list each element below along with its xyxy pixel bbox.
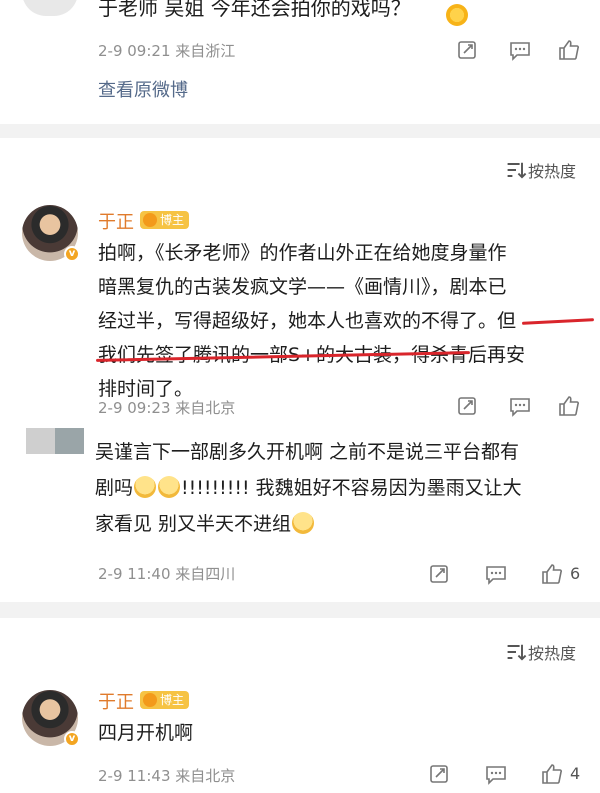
like-icon[interactable] bbox=[557, 38, 581, 62]
reply-line: 家看见 别又半天不进组 bbox=[95, 506, 595, 542]
top-comment-text: 于老师 吴姐 今年还会拍你的戏吗？ bbox=[98, 0, 411, 20]
comment-meta: 2-9 11:43 来自北京 bbox=[98, 767, 236, 785]
view-original-link[interactable]: 查看原微博 bbox=[98, 76, 188, 102]
sort-icon bbox=[504, 158, 527, 179]
verified-badge-icon: v bbox=[64, 246, 80, 262]
top-avatar-partial[interactable] bbox=[22, 0, 78, 16]
reply-meta: 2-9 11:40 来自四川 bbox=[98, 565, 236, 583]
verified-badge-icon: v bbox=[64, 731, 80, 747]
like-icon[interactable] bbox=[557, 394, 581, 418]
reply-line-part: 剧吗 bbox=[95, 477, 134, 499]
reply-body: 吴谨言下一部剧多久开机啊 之前不是说三平台都有 剧吗 !!!!!!!!! 我魏姐好… bbox=[95, 434, 595, 542]
reply-avatar-partial[interactable] bbox=[26, 428, 84, 454]
sort-icon bbox=[504, 640, 527, 661]
bozhu-badge: 博主 bbox=[140, 691, 190, 709]
comment-meta: 2-9 09:23 来自北京 bbox=[98, 399, 236, 417]
author-name[interactable]: 于正 bbox=[98, 208, 134, 234]
section-separator bbox=[0, 124, 600, 138]
crying-laugh-emoji-icon bbox=[158, 476, 181, 498]
reply-line: 吴谨言下一部剧多久开机啊 之前不是说三平台都有 bbox=[95, 441, 520, 463]
reply-line-part: 家看见 别又半天不进组 bbox=[95, 513, 292, 535]
like-count: 4 bbox=[570, 764, 581, 783]
comment-icon[interactable] bbox=[484, 762, 508, 786]
comment-line: 暗黑复仇的古装发疯文学——《画情川》，剧本已 bbox=[98, 276, 507, 298]
sort-label: 按热度 bbox=[528, 644, 577, 663]
repost-icon[interactable] bbox=[428, 562, 452, 586]
comment-icon[interactable] bbox=[508, 394, 532, 418]
sort-toggle[interactable]: 按热度 bbox=[504, 158, 588, 181]
comment-line: 拍啊，《长矛老师》的作者山外正在给她度身量作 bbox=[98, 242, 507, 264]
reply-line: 剧吗 !!!!!!!!! 我魏姐好不容易因为墨雨又让大 bbox=[95, 470, 595, 506]
top-comment-meta: 2-9 09:21 来自浙江 bbox=[98, 42, 236, 60]
sort-label: 按热度 bbox=[528, 162, 577, 181]
sun-emoji-icon bbox=[446, 4, 468, 26]
crying-laugh-emoji-icon bbox=[134, 476, 157, 498]
crying-laugh-emoji-icon bbox=[292, 512, 315, 534]
comment-body: 四月开机啊 bbox=[98, 722, 194, 744]
author-name[interactable]: 于正 bbox=[98, 688, 134, 714]
comment-icon[interactable] bbox=[484, 562, 508, 586]
top-comment: 于老师 吴姐 今年还会拍你的戏吗？ 2-9 09:21 来自浙江 查看原微博 bbox=[0, 0, 600, 120]
comment-icon[interactable] bbox=[508, 38, 532, 62]
repost-icon[interactable] bbox=[456, 394, 480, 418]
like-icon[interactable] bbox=[540, 562, 564, 586]
like-count: 6 bbox=[570, 564, 581, 583]
reply-line-part: !!!!!!!!! 我魏姐好不容易因为墨雨又让大 bbox=[181, 477, 522, 499]
like-icon[interactable] bbox=[540, 762, 564, 786]
repost-icon[interactable] bbox=[456, 38, 480, 62]
repost-icon[interactable] bbox=[428, 762, 452, 786]
section-separator bbox=[0, 602, 600, 618]
sort-toggle[interactable]: 按热度 bbox=[504, 640, 588, 663]
bozhu-badge: 博主 bbox=[140, 211, 190, 229]
